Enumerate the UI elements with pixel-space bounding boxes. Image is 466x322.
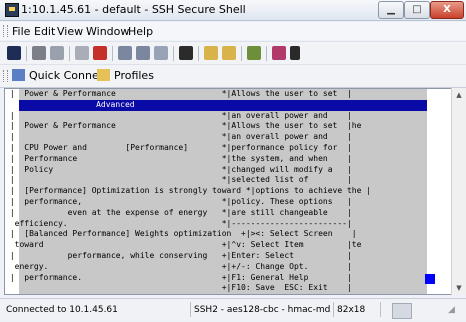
toolbar-separator bbox=[26, 46, 27, 61]
paste-icon[interactable] bbox=[136, 46, 150, 60]
terminal-line: | *|an overall power and | bbox=[5, 132, 352, 142]
connect-icon[interactable] bbox=[75, 46, 89, 60]
terminal-line: | Performance *|the system, and when | bbox=[5, 153, 352, 163]
save-icon[interactable] bbox=[7, 46, 21, 60]
toolbar-separator bbox=[241, 46, 242, 61]
profiles-button[interactable]: Profiles bbox=[97, 68, 154, 84]
menu-edit[interactable]: Edit bbox=[34, 25, 55, 38]
toolbar-separator bbox=[266, 46, 267, 61]
terminal-line: | Policy *|changed will modify a | bbox=[5, 164, 352, 174]
vertical-scrollbar[interactable]: ▲ ▼ bbox=[451, 88, 466, 295]
toolbar-separator bbox=[69, 46, 70, 61]
toolbar-separator bbox=[198, 46, 199, 61]
window-title: 1:10.1.45.61 - default - SSH Secure Shel… bbox=[21, 3, 246, 16]
terminal-line: +|F10: Save ESC: Exit | bbox=[5, 283, 352, 293]
status-separator bbox=[333, 302, 334, 317]
terminal-line: | *|an overall power and | bbox=[5, 110, 352, 120]
settings-icon[interactable] bbox=[247, 46, 261, 60]
folder-icon bbox=[97, 69, 110, 81]
status-separator bbox=[190, 302, 191, 317]
scroll-up-icon[interactable]: ▲ bbox=[452, 88, 466, 102]
lock-icon bbox=[392, 303, 412, 319]
toolbar-separator bbox=[112, 46, 113, 61]
quick-connect-icon bbox=[12, 69, 25, 81]
find-icon[interactable] bbox=[179, 46, 193, 60]
terminal-line: toward +|^v: Select Item |te bbox=[5, 240, 362, 250]
menu-view[interactable]: View bbox=[57, 25, 83, 38]
toolbar-separator bbox=[173, 46, 174, 61]
toolbar bbox=[0, 41, 466, 64]
print-preview-icon[interactable] bbox=[50, 46, 64, 60]
connection-status: Connected to 10.1.45.61 bbox=[6, 305, 118, 315]
terminal-line: energy. +|+/-: Change Opt. | bbox=[5, 261, 352, 271]
terminal-line: | CPU Power and [Performance] *|performa… bbox=[5, 143, 352, 152]
terminal-line: | performance, *|policy. These options | bbox=[5, 197, 352, 206]
menu-window[interactable]: Window bbox=[86, 25, 129, 38]
print-icon[interactable] bbox=[32, 46, 46, 60]
new-file-transfer-icon[interactable] bbox=[222, 46, 236, 60]
terminal-line-highlight: Advanced bbox=[19, 99, 427, 111]
cipher-info: SSH2 - aes128-cbc - hmac-md5 - nc bbox=[194, 305, 331, 315]
menu-help[interactable]: Help bbox=[128, 25, 153, 38]
ssh-window: 1:10.1.45.61 - default - SSH Secure Shel… bbox=[0, 0, 466, 322]
terminal-app-icon bbox=[5, 3, 19, 17]
paste-special-icon[interactable] bbox=[154, 46, 168, 60]
quickbar-grip[interactable] bbox=[3, 70, 8, 82]
close-button[interactable]: X bbox=[430, 1, 464, 19]
terminal-line: | [Performance] Optimization is strongly… bbox=[5, 186, 372, 196]
menu-grip[interactable] bbox=[3, 25, 8, 37]
terminal-line: | *|selected list of | bbox=[5, 175, 352, 185]
copy-icon[interactable] bbox=[118, 46, 132, 60]
profiles-label: Profiles bbox=[114, 69, 154, 82]
context-help-icon[interactable] bbox=[290, 46, 300, 60]
new-terminal-icon[interactable] bbox=[204, 46, 218, 60]
terminal-line: efficiency. *|------------------------| bbox=[5, 218, 352, 228]
help-icon[interactable] bbox=[272, 46, 286, 60]
terminal-cursor bbox=[425, 274, 435, 284]
status-bar: Connected to 10.1.45.61 SSH2 - aes128-cb… bbox=[0, 298, 466, 321]
terminal-size: 82x18 bbox=[337, 305, 366, 315]
terminal-screen[interactable]: | Power & Performance *|Allows the user … bbox=[4, 88, 453, 295]
terminal-line: | performance, while conserving +|Enter:… bbox=[5, 251, 352, 260]
terminal-line: | [Balanced Performance] Weights optimiz… bbox=[5, 229, 357, 239]
scroll-down-icon[interactable]: ▼ bbox=[452, 281, 466, 295]
quick-connect-bar: Quick Connect Profiles bbox=[0, 64, 466, 88]
status-separator bbox=[380, 302, 381, 317]
terminal-line: | Power & Performance *|Allows the user … bbox=[5, 121, 362, 131]
terminal-line: | even at the expense of energy *|are st… bbox=[5, 207, 352, 217]
title-bar[interactable]: 1:10.1.45.61 - default - SSH Secure Shel… bbox=[0, 0, 466, 21]
quick-connect-button[interactable]: Quick Connect bbox=[12, 68, 109, 84]
disconnect-icon[interactable] bbox=[93, 46, 107, 60]
resize-grip-icon[interactable]: ◢ bbox=[448, 303, 462, 317]
terminal-line: | Power & Performance *|Allows the user … bbox=[5, 89, 352, 98]
terminal-line: | performance. +|F1: General Help | bbox=[5, 272, 352, 282]
menu-file[interactable]: File bbox=[12, 25, 30, 38]
menu-bar: File Edit View Window Help bbox=[0, 22, 466, 40]
maximize-button[interactable]: □ bbox=[404, 1, 430, 19]
minimize-button[interactable]: ▁ bbox=[378, 1, 404, 19]
